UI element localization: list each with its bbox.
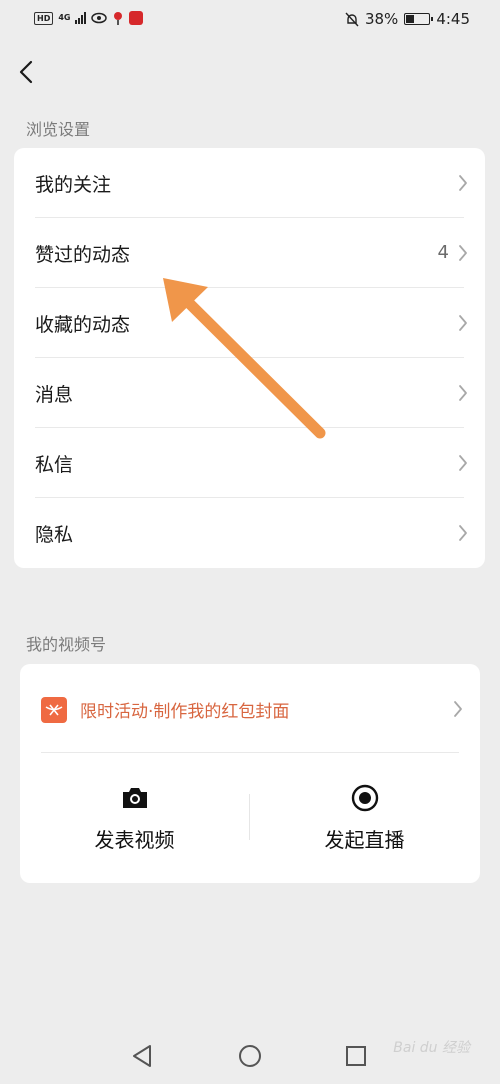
channel-card: 限时活动·制作我的红包封面 发表视频 发起直播 <box>20 664 480 883</box>
settings-item-label: 收藏的动态 <box>35 314 131 336</box>
camera-icon <box>122 788 147 808</box>
bell-off-icon <box>345 12 359 26</box>
chevron-right-icon <box>459 385 467 401</box>
battery-percent: 38% <box>364 10 399 28</box>
settings-item-label: 私信 <box>35 454 74 476</box>
hd-icon: HD <box>34 11 54 25</box>
chevron-right-icon <box>459 525 467 541</box>
promo-text: 限时活动·制作我的红包封面 <box>80 702 290 722</box>
settings-item-label: 赞过的动态 <box>35 244 131 266</box>
status-right: 38% 4:45 <box>345 10 470 28</box>
chevron-right-icon <box>454 701 462 717</box>
app-notification-icon <box>129 11 144 25</box>
location-pin-icon <box>114 12 123 25</box>
post-video-button[interactable]: 发表视频 <box>20 774 249 874</box>
settings-item-saved-posts[interactable]: 收藏的动态 <box>14 288 485 358</box>
settings-item-label: 消息 <box>35 384 74 406</box>
browse-settings-card: 我的关注 赞过的动态 4 收藏的动态 消息 私信 隐私 <box>14 148 485 568</box>
settings-item-label: 我的关注 <box>35 174 112 196</box>
recents-square-icon[interactable] <box>341 1041 371 1071</box>
clock: 4:45 <box>436 10 470 28</box>
divider <box>41 752 459 753</box>
watermark: Bai du 经验 <box>393 1040 470 1056</box>
red-envelope-icon <box>41 697 67 723</box>
eye-icon <box>91 12 108 24</box>
status-bar: HD 4G 38% 4:45 <box>0 0 500 42</box>
back-triangle-icon[interactable] <box>128 1041 158 1071</box>
back-button[interactable] <box>12 56 40 88</box>
post-video-label: 发表视频 <box>94 828 175 852</box>
section-title-my-channel: 我的视频号 <box>26 635 107 654</box>
start-live-label: 发起直播 <box>324 828 405 852</box>
chevron-left-icon <box>19 60 33 84</box>
chevron-right-icon <box>459 245 467 261</box>
record-icon <box>351 784 378 812</box>
home-circle-icon[interactable] <box>235 1041 265 1071</box>
start-live-button[interactable]: 发起直播 <box>250 774 479 874</box>
signal-icon <box>75 12 87 24</box>
network-type: 4G <box>58 13 71 22</box>
settings-item-privacy[interactable]: 隐私 <box>14 498 485 568</box>
liked-count-badge: 4 <box>437 242 449 263</box>
settings-item-liked-posts[interactable]: 赞过的动态 4 <box>14 218 485 288</box>
battery-icon <box>404 13 434 25</box>
battery-level <box>406 15 415 23</box>
settings-item-messages[interactable]: 消息 <box>14 358 485 428</box>
settings-item-private-messages[interactable]: 私信 <box>14 428 485 498</box>
status-left: HD 4G <box>34 11 144 25</box>
promo-banner[interactable]: 限时活动·制作我的红包封面 <box>20 664 480 752</box>
chevron-right-icon <box>459 315 467 331</box>
settings-item-my-follows[interactable]: 我的关注 <box>14 148 485 218</box>
section-title-browse-settings: 浏览设置 <box>26 120 91 139</box>
chevron-right-icon <box>459 175 467 191</box>
settings-item-label: 隐私 <box>35 524 74 546</box>
chevron-right-icon <box>459 455 467 471</box>
